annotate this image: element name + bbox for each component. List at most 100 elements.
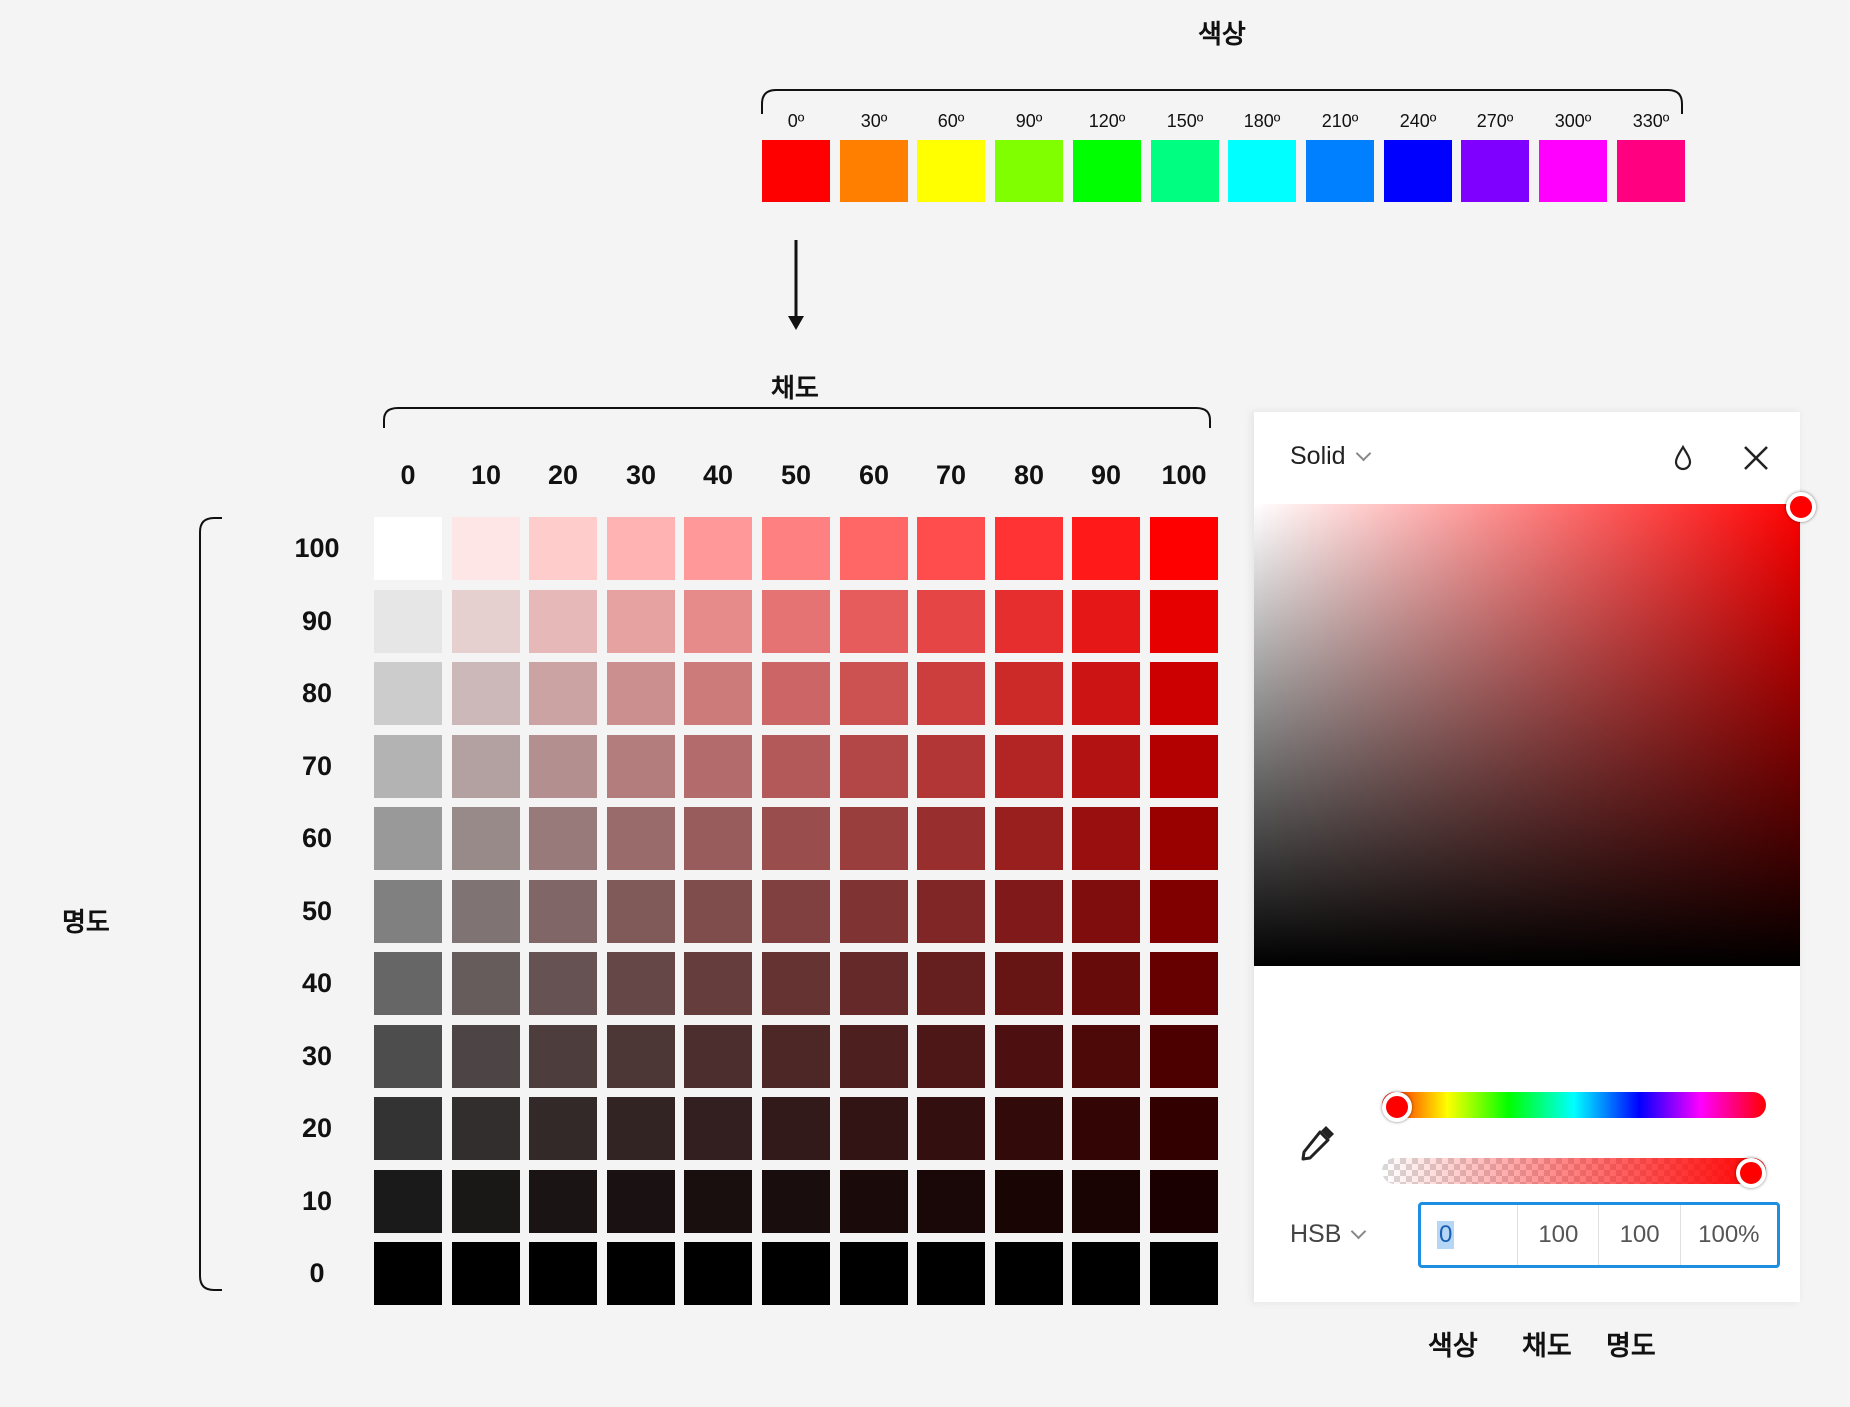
grid-swatch bbox=[607, 735, 675, 798]
grid-swatch bbox=[374, 952, 442, 1015]
grid-swatch bbox=[529, 1097, 597, 1160]
grid-swatch bbox=[1150, 1242, 1218, 1305]
hue-swatch bbox=[1461, 140, 1529, 202]
hue-label: 210º bbox=[1321, 111, 1359, 131]
grid-swatch bbox=[840, 1242, 908, 1305]
grid-swatch bbox=[762, 590, 830, 653]
grid-swatch bbox=[762, 952, 830, 1015]
grid-swatch bbox=[684, 590, 752, 653]
hue-swatch bbox=[1306, 140, 1374, 202]
droplet-icon[interactable] bbox=[1672, 444, 1694, 472]
hue-swatch bbox=[762, 140, 830, 202]
grid-swatch bbox=[452, 735, 520, 798]
grid-swatch bbox=[917, 590, 985, 653]
grid-swatch bbox=[762, 807, 830, 870]
brightness-label: 30 bbox=[301, 1041, 333, 1071]
opacity-slider[interactable] bbox=[1382, 1158, 1766, 1184]
grid-swatch bbox=[374, 1242, 442, 1305]
grid-swatch bbox=[374, 735, 442, 798]
grid-swatch bbox=[995, 952, 1063, 1015]
close-icon[interactable] bbox=[1742, 444, 1770, 472]
color-model-dropdown[interactable]: HSB bbox=[1290, 1220, 1367, 1249]
saturation-label: 80 bbox=[1013, 460, 1045, 490]
grid-swatch bbox=[1072, 662, 1140, 725]
brightness-label: 50 bbox=[301, 896, 333, 926]
chevron-down-icon bbox=[1355, 445, 1371, 462]
grid-swatch bbox=[1072, 807, 1140, 870]
grid-swatch bbox=[995, 1242, 1063, 1305]
grid-swatch bbox=[374, 590, 442, 653]
hue-slider[interactable] bbox=[1382, 1092, 1766, 1118]
grid-swatch bbox=[1072, 1097, 1140, 1160]
grid-swatch bbox=[762, 880, 830, 943]
saturation-label: 60 bbox=[858, 460, 890, 490]
saturation-input[interactable]: 100 bbox=[1518, 1205, 1600, 1265]
grid-swatch bbox=[840, 1097, 908, 1160]
grid-swatch bbox=[995, 590, 1063, 653]
grid-swatch bbox=[452, 517, 520, 580]
color-picker-panel: Solid HSB 0 100 100 100% bbox=[1254, 412, 1816, 1302]
grid-swatch bbox=[529, 952, 597, 1015]
grid-swatch bbox=[995, 1025, 1063, 1088]
grid-swatch bbox=[607, 1097, 675, 1160]
grid-swatch bbox=[995, 880, 1063, 943]
fill-mode-label: Solid bbox=[1290, 442, 1346, 470]
eyedropper-icon[interactable] bbox=[1298, 1122, 1338, 1162]
grid-swatch bbox=[840, 1170, 908, 1233]
grid-swatch bbox=[374, 1025, 442, 1088]
grid-swatch bbox=[684, 662, 752, 725]
saturation-label: 20 bbox=[547, 460, 579, 490]
brightness-label: 70 bbox=[301, 751, 333, 781]
grid-swatch bbox=[684, 880, 752, 943]
grid-swatch bbox=[684, 807, 752, 870]
grid-swatch bbox=[917, 517, 985, 580]
grid-swatch bbox=[1150, 1170, 1218, 1233]
fill-mode-dropdown[interactable]: Solid bbox=[1290, 442, 1371, 471]
grid-swatch bbox=[374, 807, 442, 870]
grid-swatch bbox=[995, 807, 1063, 870]
grid-swatch bbox=[840, 517, 908, 580]
grid-swatch bbox=[529, 662, 597, 725]
grid-swatch bbox=[452, 807, 520, 870]
saturation-label: 40 bbox=[702, 460, 734, 490]
brightness-input[interactable]: 100 bbox=[1599, 1205, 1681, 1265]
saturation-label: 0 bbox=[400, 460, 416, 490]
saturation-label: 90 bbox=[1090, 460, 1122, 490]
opacity-slider-knob[interactable] bbox=[1736, 1158, 1766, 1188]
grid-swatch bbox=[607, 1170, 675, 1233]
saturation-label: 30 bbox=[625, 460, 657, 490]
hue-swatch bbox=[1151, 140, 1219, 202]
grid-swatch bbox=[1150, 807, 1218, 870]
hue-slider-knob[interactable] bbox=[1382, 1092, 1412, 1122]
grid-swatch bbox=[1150, 662, 1218, 725]
grid-swatch bbox=[607, 807, 675, 870]
grid-swatch bbox=[840, 952, 908, 1015]
hue-swatch bbox=[840, 140, 908, 202]
hue-input[interactable]: 0 bbox=[1421, 1205, 1519, 1265]
grid-swatch bbox=[607, 880, 675, 943]
saturation-label: 50 bbox=[780, 460, 812, 490]
saturation-title: 채도 bbox=[771, 373, 819, 403]
grid-swatch bbox=[762, 735, 830, 798]
grid-swatch bbox=[374, 662, 442, 725]
opacity-input[interactable]: 100% bbox=[1681, 1205, 1777, 1265]
brightness-title: 명도 bbox=[62, 907, 110, 937]
saturation-label: 70 bbox=[935, 460, 967, 490]
sb-area-knob[interactable] bbox=[1786, 492, 1816, 522]
hue-label: 90º bbox=[1015, 111, 1043, 131]
grid-swatch bbox=[1072, 1025, 1140, 1088]
grid-swatch bbox=[607, 952, 675, 1015]
grid-swatch bbox=[1150, 952, 1218, 1015]
saturation-brightness-area[interactable] bbox=[1254, 504, 1800, 966]
down-arrow-icon bbox=[788, 240, 804, 330]
grid-swatch bbox=[452, 590, 520, 653]
hue-swatch bbox=[1539, 140, 1607, 202]
grid-swatch bbox=[840, 662, 908, 725]
grid-swatch bbox=[529, 590, 597, 653]
grid-swatch bbox=[529, 735, 597, 798]
grid-swatch bbox=[452, 1025, 520, 1088]
grid-swatch bbox=[995, 1170, 1063, 1233]
brightness-label: 0 bbox=[309, 1258, 325, 1288]
grid-swatch bbox=[840, 1025, 908, 1088]
brightness-label: 60 bbox=[301, 823, 333, 853]
